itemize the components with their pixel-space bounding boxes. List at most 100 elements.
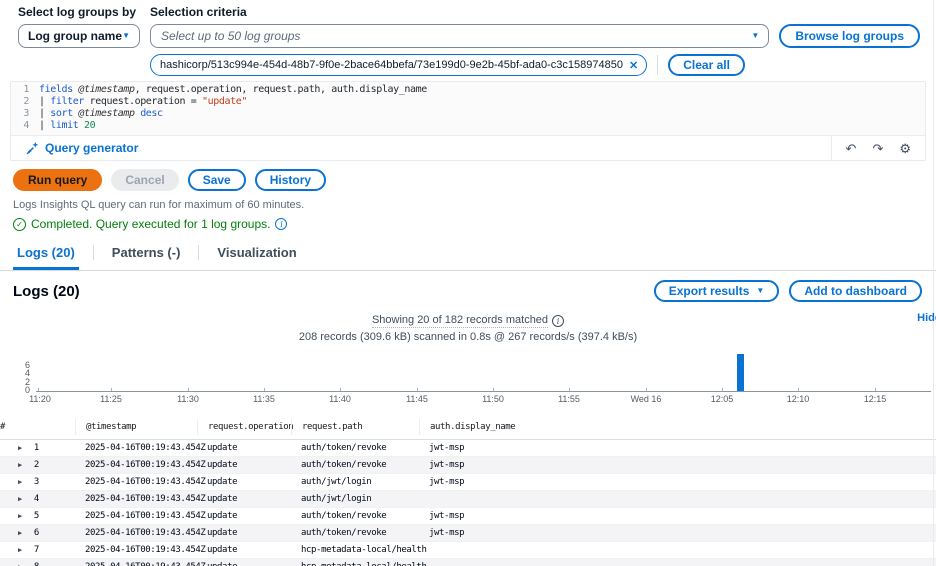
code-token: fields bbox=[39, 84, 73, 96]
cell-operation: update bbox=[207, 511, 301, 521]
chevron-down-icon: ▼ bbox=[122, 32, 130, 40]
expand-row-icon[interactable]: ▶ bbox=[18, 546, 22, 554]
cell-timestamp: 2025-04-16T00:19:43.454Z bbox=[85, 460, 207, 470]
x-axis-label: 12:15 bbox=[864, 394, 887, 404]
save-button[interactable]: Save bbox=[188, 169, 246, 191]
table-row[interactable]: ▶2 2025-04-16T00:19:43.454Z update auth/… bbox=[0, 457, 936, 474]
code-token: , request.operation, request.path, auth.… bbox=[135, 84, 427, 96]
table-row[interactable]: ▶4 2025-04-16T00:19:43.454Z update auth/… bbox=[0, 491, 936, 508]
cell-path: auth/token/revoke bbox=[301, 528, 429, 538]
expand-row-icon[interactable]: ▶ bbox=[18, 478, 22, 486]
table-row[interactable]: ▶3 2025-04-16T00:19:43.454Z update auth/… bbox=[0, 474, 936, 491]
query-code-area[interactable]: 1fields @timestamp, request.operation, r… bbox=[11, 82, 925, 135]
hide-histogram-link[interactable]: Hide bbox=[917, 312, 936, 324]
run-query-button[interactable]: Run query bbox=[13, 169, 102, 191]
x-axis-label: 11:35 bbox=[253, 394, 275, 404]
table-row[interactable]: ▶8 2025-04-16T00:19:43.454Z update hcp-m… bbox=[0, 559, 936, 566]
expand-row-icon[interactable]: ▶ bbox=[18, 444, 22, 452]
check-circle-icon: ✓ bbox=[13, 218, 26, 231]
chevron-down-icon[interactable]: ▼ bbox=[751, 32, 759, 40]
x-axis-label: 11:40 bbox=[329, 394, 351, 404]
selected-log-group-tag: hashicorp/513c994e-454d-48b7-9f0e-2bace6… bbox=[150, 54, 647, 76]
x-axis-label: 11:50 bbox=[482, 394, 504, 404]
results-table: # @timestamp request.operation request.p… bbox=[0, 415, 936, 566]
line-number: 2 bbox=[11, 96, 39, 108]
code-token: request.operation = bbox=[84, 96, 202, 108]
clear-all-button[interactable]: Clear all bbox=[668, 54, 745, 76]
query-status-text: Completed. Query executed for 1 log grou… bbox=[31, 217, 270, 231]
line-number: 1 bbox=[11, 84, 39, 96]
x-axis-label: 11:25 bbox=[100, 394, 122, 404]
tab-visualization[interactable]: Visualization bbox=[213, 239, 300, 270]
code-token: @timestamp bbox=[73, 108, 140, 120]
code-line-4: 4| limit 20 bbox=[11, 120, 925, 132]
query-editor[interactable]: 1fields @timestamp, request.operation, r… bbox=[10, 81, 926, 161]
cell-timestamp: 2025-04-16T00:19:43.454Z bbox=[85, 511, 207, 521]
x-axis-label: 11:20 bbox=[29, 394, 51, 404]
table-row[interactable]: ▶5 2025-04-16T00:19:43.454Z update auth/… bbox=[0, 508, 936, 525]
histogram-bar[interactable] bbox=[737, 354, 744, 391]
query-actions: Run query Cancel Save History bbox=[13, 169, 936, 191]
row-index: 3 bbox=[34, 477, 39, 487]
undo-icon[interactable]: ↶ bbox=[846, 142, 857, 155]
close-icon[interactable]: ✕ bbox=[629, 59, 638, 72]
code-line-3: 3| sort @timestamp desc bbox=[11, 108, 925, 120]
row-index: 6 bbox=[34, 528, 39, 538]
records-scanned-text: 208 records (309.6 kB) scanned in 0.8s @… bbox=[0, 331, 936, 343]
col-header-index: # bbox=[0, 422, 5, 432]
editor-footer: Query generator ↶ ↷ ⚙ bbox=[11, 135, 925, 160]
query-status: ✓ Completed. Query executed for 1 log gr… bbox=[13, 217, 936, 231]
history-button[interactable]: History bbox=[255, 169, 326, 191]
expand-row-icon[interactable]: ▶ bbox=[18, 512, 22, 520]
expand-row-icon[interactable]: ▶ bbox=[18, 529, 22, 537]
tab-patterns[interactable]: Patterns (-) bbox=[108, 239, 185, 270]
cell-path: auth/token/revoke bbox=[301, 443, 429, 453]
code-token: @timestamp bbox=[73, 84, 135, 96]
col-header-display-name: auth.display_name bbox=[419, 419, 936, 435]
expand-row-icon[interactable]: ▶ bbox=[18, 461, 22, 469]
browse-log-groups-button[interactable]: Browse log groups bbox=[779, 24, 920, 48]
code-token: | bbox=[39, 96, 50, 108]
x-axis-label: 12:05 bbox=[711, 394, 734, 404]
cell-operation: update bbox=[207, 545, 301, 555]
line-number: 4 bbox=[11, 120, 39, 132]
info-icon[interactable]: i bbox=[275, 218, 287, 230]
row-index: 2 bbox=[34, 460, 39, 470]
y-axis-tick: 0 bbox=[4, 385, 30, 395]
code-token: | bbox=[39, 120, 50, 132]
x-axis-tickmark bbox=[188, 388, 189, 391]
results-header: Logs (20) Export results ▼ Add to dashbo… bbox=[0, 271, 936, 306]
row-index: 5 bbox=[34, 511, 39, 521]
cell-operation: update bbox=[207, 477, 301, 487]
log-group-search: ▼ bbox=[150, 24, 769, 48]
table-row[interactable]: ▶6 2025-04-16T00:19:43.454Z update auth/… bbox=[0, 525, 936, 542]
tab-logs[interactable]: Logs (20) bbox=[13, 239, 79, 270]
cell-path: auth/jwt/login bbox=[301, 477, 429, 487]
export-results-button[interactable]: Export results ▼ bbox=[654, 280, 780, 302]
sparkle-wand-icon bbox=[26, 142, 39, 155]
cell-path: hcp-metadata-local/health bbox=[301, 562, 429, 566]
cell-operation: update bbox=[207, 443, 301, 453]
code-token: limit bbox=[50, 120, 78, 132]
results-tabs: Logs (20) Patterns (-) Visualization bbox=[0, 239, 936, 271]
cell-path: hcp-metadata-local/health bbox=[301, 545, 429, 555]
log-group-type-value: Log group name bbox=[28, 29, 122, 43]
cell-path: auth/jwt/login bbox=[301, 494, 429, 504]
log-group-type-select[interactable]: Log group name ▼ bbox=[18, 24, 140, 48]
select-log-groups-by-label: Select log groups by bbox=[18, 5, 140, 19]
code-token: filter bbox=[50, 96, 84, 108]
info-icon[interactable]: i bbox=[552, 315, 564, 327]
add-to-dashboard-button[interactable]: Add to dashboard bbox=[789, 280, 922, 302]
table-row[interactable]: ▶1 2025-04-16T00:19:43.454Z update auth/… bbox=[0, 440, 936, 457]
code-token: 20 bbox=[78, 120, 95, 132]
redo-icon[interactable]: ↷ bbox=[872, 142, 883, 155]
cell-display-name: jwt-msp bbox=[429, 460, 936, 470]
code-token: "update" bbox=[202, 96, 247, 108]
expand-row-icon[interactable]: ▶ bbox=[18, 495, 22, 503]
x-axis-label: 11:30 bbox=[177, 394, 199, 404]
log-group-search-input[interactable] bbox=[150, 24, 769, 48]
query-generator-link[interactable]: Query generator bbox=[26, 136, 138, 160]
cell-display-name: jwt-msp bbox=[429, 443, 936, 453]
table-row[interactable]: ▶7 2025-04-16T00:19:43.454Z update hcp-m… bbox=[0, 542, 936, 559]
gear-icon[interactable]: ⚙ bbox=[899, 142, 911, 155]
